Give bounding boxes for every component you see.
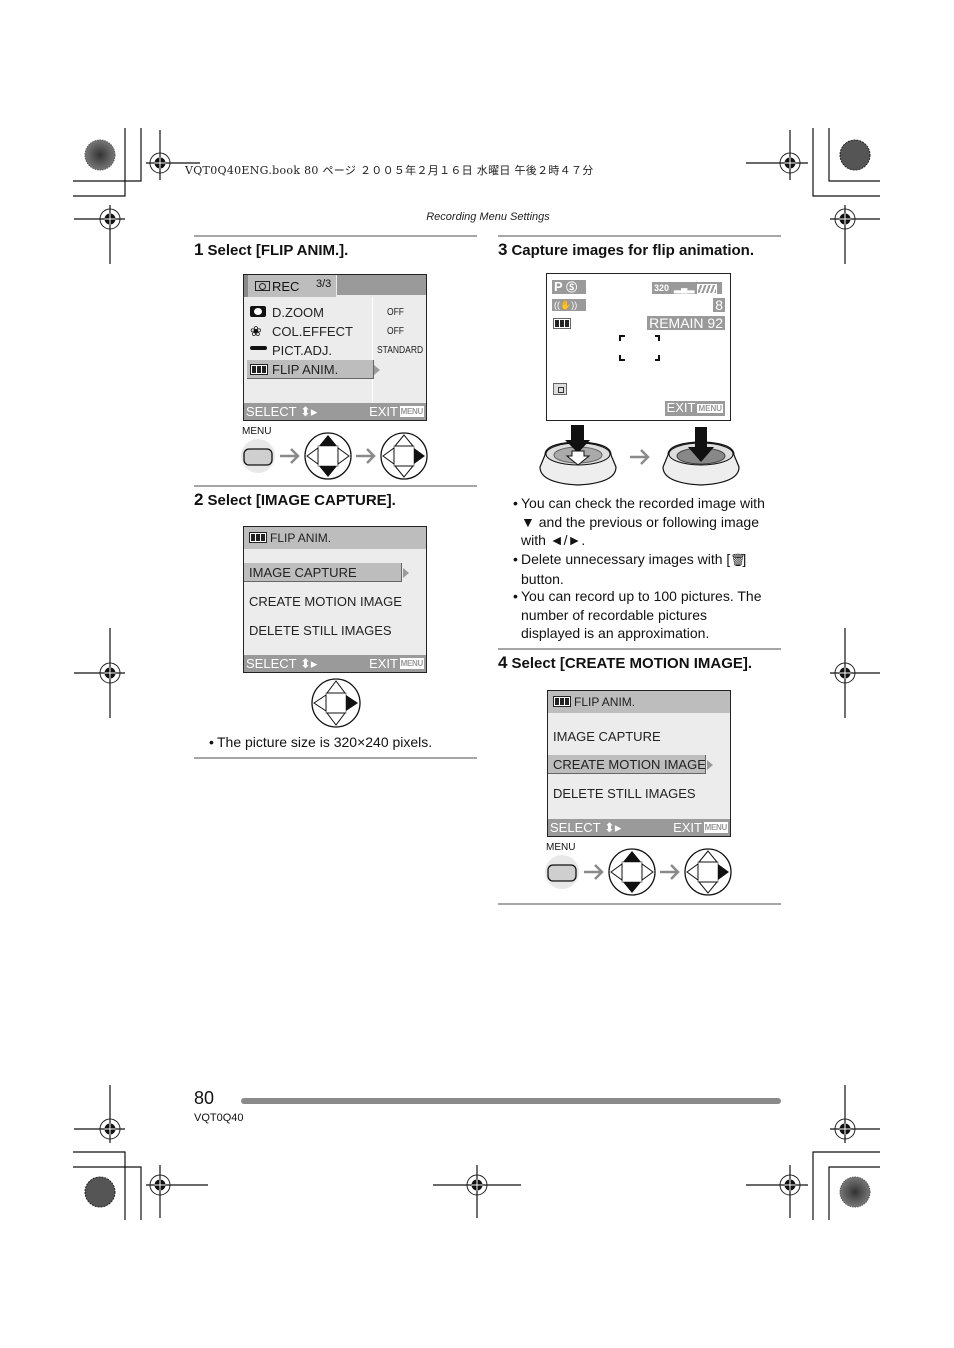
stabilizer-indicator: ((✋)) 1	[552, 299, 586, 322]
step-number: 1	[194, 240, 204, 259]
shutter-press-sequence	[539, 425, 740, 486]
picture-adjust-icon	[250, 346, 267, 350]
step-number: 4	[498, 653, 508, 672]
step-text: Select [FLIP ANIM.].	[207, 242, 349, 259]
submenu-arrow-icon	[403, 568, 409, 578]
tab-label: REC	[272, 279, 300, 294]
af-frame-icon	[619, 335, 660, 361]
model-code: VQT0Q40	[194, 1112, 244, 1124]
submenu-arrow-icon	[374, 365, 380, 375]
section-divider	[498, 648, 781, 650]
footer-exit: EXIT	[673, 820, 702, 835]
trash-icon: 🗑	[730, 553, 746, 567]
flip-anim-menu-screen: FLIP ANIM. IMAGE CAPTURE CREATE MOTION I…	[547, 690, 731, 837]
step-4-button-sequence	[545, 848, 732, 896]
menu-item-delete-still-images[interactable]: DELETE STILL IMAGES	[553, 786, 696, 801]
screen-footer: SELECT ⬍▸ EXIT MENU	[244, 403, 426, 420]
section-divider	[498, 903, 781, 905]
stabilizer-icon: ((✋))	[554, 300, 578, 310]
menu-item-create-motion-image[interactable]: CREATE MOTION IMAGE	[249, 594, 402, 609]
flash-off-icon: Ⓢ	[566, 282, 578, 294]
menu-item-create-motion-image[interactable]: CREATE MOTION IMAGE	[553, 757, 706, 772]
arrow-right-icon	[660, 864, 680, 880]
screen-title: FLIP ANIM.	[574, 695, 636, 709]
menu-badge: MENU	[399, 406, 424, 417]
step-4-title: 4 Select [CREATE MOTION IMAGE].	[498, 653, 752, 673]
rec-menu-screen: REC 3/3 D.ZOOM OFF ❀ COL.EFFECT OFF PICT…	[243, 274, 427, 421]
footer-exit: EXIT MENU	[664, 401, 725, 416]
dpad-right-icon	[380, 432, 428, 480]
flip-anim-menu-screen: FLIP ANIM. IMAGE CAPTURE CREATE MOTION I…	[243, 526, 427, 673]
shutter-full-press-icon	[662, 427, 740, 486]
screen-title: FLIP ANIM.	[270, 531, 332, 545]
screen-footer: SELECT ⬍▸ EXIT MENU	[548, 819, 730, 836]
page-indicator: 3/3	[316, 278, 332, 290]
flip-anim-icon	[553, 696, 571, 707]
note-item: • You can record up to 100 pictures. The n…	[513, 588, 762, 641]
footer-select: SELECT ⬍▸	[246, 404, 318, 419]
dpad-updown-icon	[304, 432, 352, 480]
step-2-title: 2 Select [IMAGE CAPTURE].	[194, 490, 396, 510]
step-1-button-sequence	[241, 432, 428, 480]
print-slug: VQT0Q40ENG.book 80 ページ ２００５年２月１６日 水曜日 午後…	[185, 164, 594, 177]
submenu-arrow-icon	[707, 760, 713, 770]
picture-size: 320	[654, 283, 670, 293]
menu-button-icon	[547, 864, 577, 882]
flip-anim-icon	[553, 318, 571, 329]
shutter-half-press-icon	[539, 425, 617, 486]
rec-tab[interactable]: REC 3/3	[244, 275, 336, 297]
running-head: Recording Menu Settings	[426, 211, 550, 223]
arrow-right-icon	[280, 448, 300, 464]
dpad-right-icon	[311, 678, 361, 728]
step-1-title: 1 Select [FLIP ANIM.].	[194, 240, 348, 260]
note-item: • The picture size is 320×240 pixels.	[209, 734, 433, 750]
note-item: • You can check the recorded image with ▼ …	[513, 495, 765, 548]
arrow-right-icon	[584, 864, 604, 880]
step-3-title: 3 Capture images for flip animation.	[498, 240, 754, 260]
footer-select: SELECT ⬍▸	[246, 656, 318, 671]
menu-badge: MENU	[399, 658, 424, 669]
menu-button-icon	[243, 448, 273, 466]
flip-anim-icon	[250, 364, 268, 375]
footer-bar	[241, 1098, 781, 1104]
menu-item-image-capture[interactable]: IMAGE CAPTURE	[553, 729, 661, 744]
camera-icon	[255, 281, 270, 291]
step-number: 2	[194, 490, 204, 509]
menu-badge: MENU	[703, 822, 728, 833]
section-divider	[498, 235, 781, 237]
flip-anim-icon	[249, 532, 267, 543]
metering-icon	[553, 383, 567, 395]
dpad-right-icon	[684, 848, 732, 896]
page-number: 80	[194, 1088, 215, 1108]
battery-icon	[696, 283, 717, 294]
menu-item-image-capture[interactable]: IMAGE CAPTURE	[249, 565, 357, 580]
screen-footer: SELECT ⬍▸ EXIT MENU	[244, 655, 426, 672]
print-registration-marks	[73, 128, 880, 1220]
footer-exit: EXIT	[369, 404, 398, 419]
remaining-shots: REMAIN 92	[647, 315, 725, 331]
burst-count: 8	[713, 297, 725, 313]
digital-zoom-icon	[250, 306, 266, 317]
status-bar: 320 ▂▄▂	[652, 282, 722, 294]
arrow-right-icon	[356, 448, 376, 464]
section-divider	[194, 235, 477, 237]
footer-select: SELECT ⬍▸	[550, 820, 622, 835]
menu-item-delete-still-images[interactable]: DELETE STILL IMAGES	[249, 623, 392, 638]
mode-indicator: P Ⓢ	[552, 280, 586, 294]
section-divider	[194, 757, 477, 759]
step-text: Select [CREATE MOTION IMAGE].	[511, 655, 753, 672]
dpad-updown-icon	[608, 848, 656, 896]
section-divider	[194, 485, 477, 487]
recording-screen: P Ⓢ 320 ▂▄▂ ((✋)) 1 8 REMAIN 92 EXIT MENU	[546, 273, 731, 421]
note-item: • Delete unnecessary images with [🗑] butto…	[513, 551, 747, 587]
step-number: 3	[498, 240, 508, 259]
color-effect-icon: ❀	[250, 323, 262, 339]
footer-exit: EXIT	[369, 656, 398, 671]
menu-badge: MENU	[697, 404, 723, 413]
arrow-right-icon	[630, 449, 650, 465]
quality-icon: ▂▄▂	[674, 283, 695, 293]
step-text: Select [IMAGE CAPTURE].	[207, 492, 396, 509]
step-text: Capture images for flip animation.	[511, 242, 755, 259]
